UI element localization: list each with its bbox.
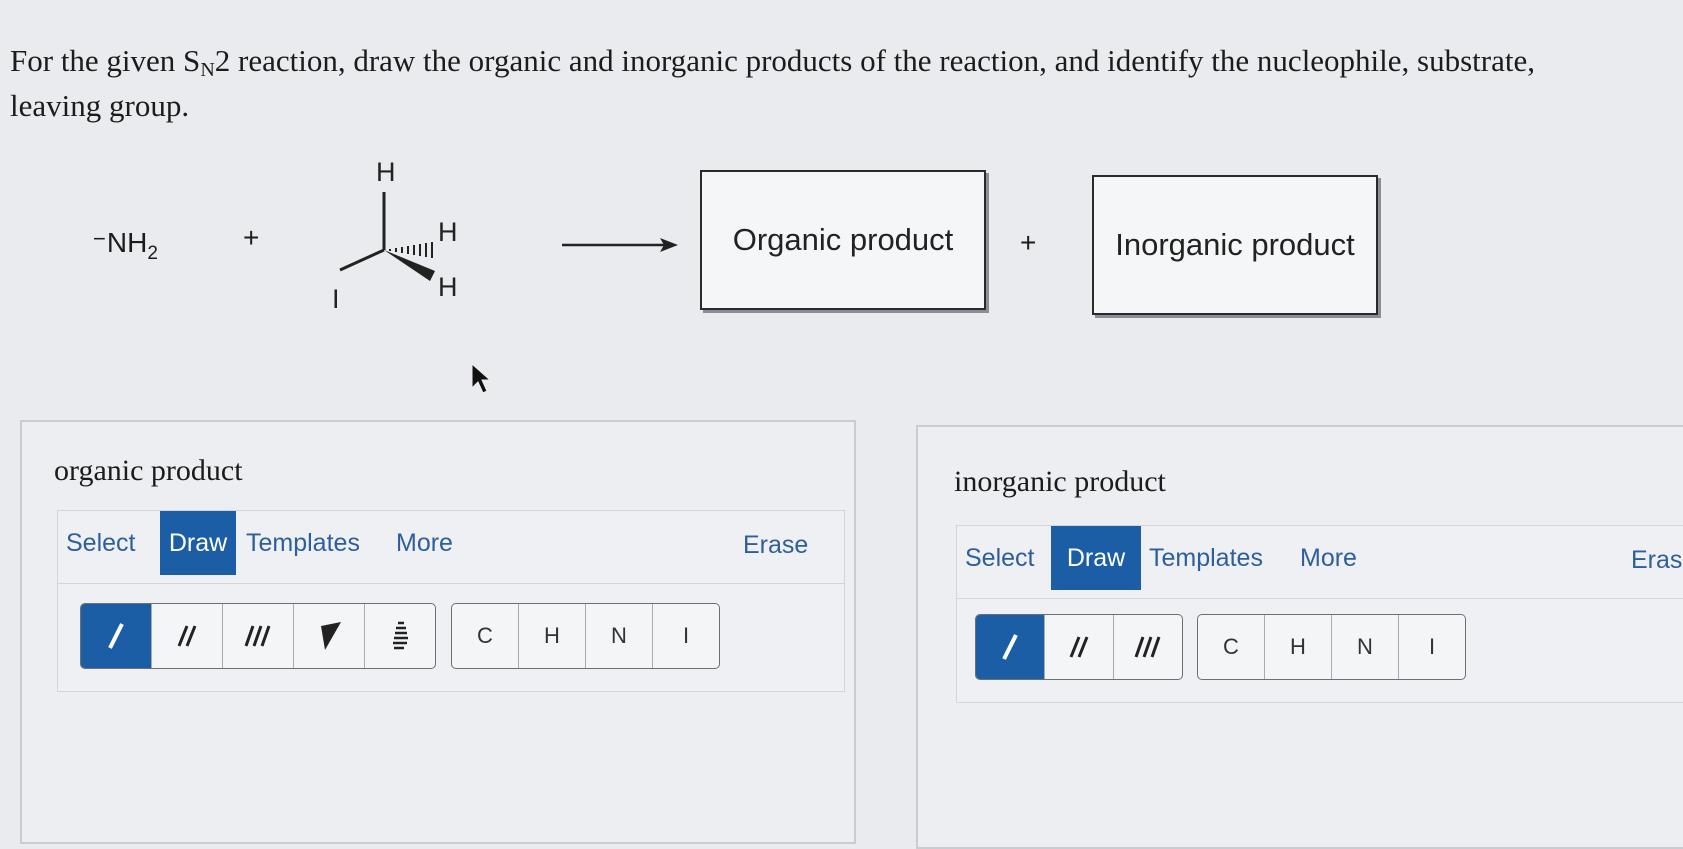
nucleophile-subscript: 2 <box>147 243 158 264</box>
atom-h-right: H <box>438 217 458 247</box>
bond-left <box>339 248 385 272</box>
tab-templates[interactable]: Templates <box>1141 526 1271 590</box>
substrate-molecule: H I H H <box>332 157 458 314</box>
atom-button-i[interactable]: I <box>1399 615 1465 679</box>
single-bond-icon[interactable] <box>81 604 152 668</box>
atom-button-c[interactable]: C <box>452 604 519 668</box>
atom-button-h[interactable]: H <box>519 604 586 668</box>
tab-draw[interactable]: Draw <box>160 511 236 575</box>
double-bond-icon[interactable] <box>152 604 223 668</box>
drawing-toolbar: Select Draw Templates More Erase C H N I <box>956 525 1683 703</box>
panel-title: inorganic product <box>954 465 1166 498</box>
drawing-toolbar: Select Draw Templates More Erase C H N I <box>57 510 845 692</box>
tab-select[interactable]: Select <box>957 526 1042 590</box>
bond-tool-group <box>975 614 1183 680</box>
atom-button-i[interactable]: I <box>653 604 719 668</box>
plus-sign: + <box>243 222 260 253</box>
tab-draw[interactable]: Draw <box>1051 526 1141 590</box>
organic-product-box[interactable]: Organic product <box>700 170 986 310</box>
reaction-scheme: −NH2 + H I H H Organic product + Inorgan… <box>0 0 1683 394</box>
mouse-cursor-icon <box>471 362 492 394</box>
single-bond-icon[interactable] <box>976 615 1045 679</box>
nucleophile-base: NH <box>106 227 148 258</box>
tab-more[interactable]: More <box>388 511 461 575</box>
hash-bond-icon[interactable] <box>365 604 435 668</box>
nucleophile: −NH2 <box>93 226 158 265</box>
toolbar-divider <box>957 598 1683 599</box>
atom-h-top: H <box>376 157 396 187</box>
atom-i: I <box>332 284 340 314</box>
wedge-bond-icon[interactable] <box>294 604 365 668</box>
bond-tool-group <box>80 603 436 669</box>
atom-tool-group: C H N I <box>1197 614 1466 680</box>
inorganic-product-box[interactable]: Inorganic product <box>1092 175 1378 315</box>
toolbar-divider <box>58 583 844 584</box>
atom-tool-group: C H N I <box>451 603 720 669</box>
charge: − <box>93 226 106 251</box>
erase-button[interactable]: Erase <box>1631 546 1683 575</box>
atom-button-n[interactable]: N <box>1332 615 1399 679</box>
atom-button-h[interactable]: H <box>1265 615 1332 679</box>
tab-select[interactable]: Select <box>58 511 143 575</box>
wedge-bond <box>384 250 435 281</box>
tab-templates[interactable]: Templates <box>238 511 368 575</box>
atom-button-c[interactable]: C <box>1198 615 1265 679</box>
tab-more[interactable]: More <box>1292 526 1365 590</box>
atom-h-bottom: H <box>438 272 458 302</box>
erase-button[interactable]: Erase <box>743 531 808 560</box>
panel-title: organic product <box>54 454 243 487</box>
organic-product-panel: organic product Select Draw Templates Mo… <box>20 420 856 844</box>
plus-sign: + <box>1020 227 1037 258</box>
reaction-arrow <box>562 238 678 252</box>
inorganic-product-panel: inorganic product Select Draw Templates … <box>916 425 1683 849</box>
triple-bond-icon[interactable] <box>1114 615 1182 679</box>
double-bond-icon[interactable] <box>1045 615 1114 679</box>
atom-button-n[interactable]: N <box>586 604 653 668</box>
triple-bond-icon[interactable] <box>223 604 294 668</box>
